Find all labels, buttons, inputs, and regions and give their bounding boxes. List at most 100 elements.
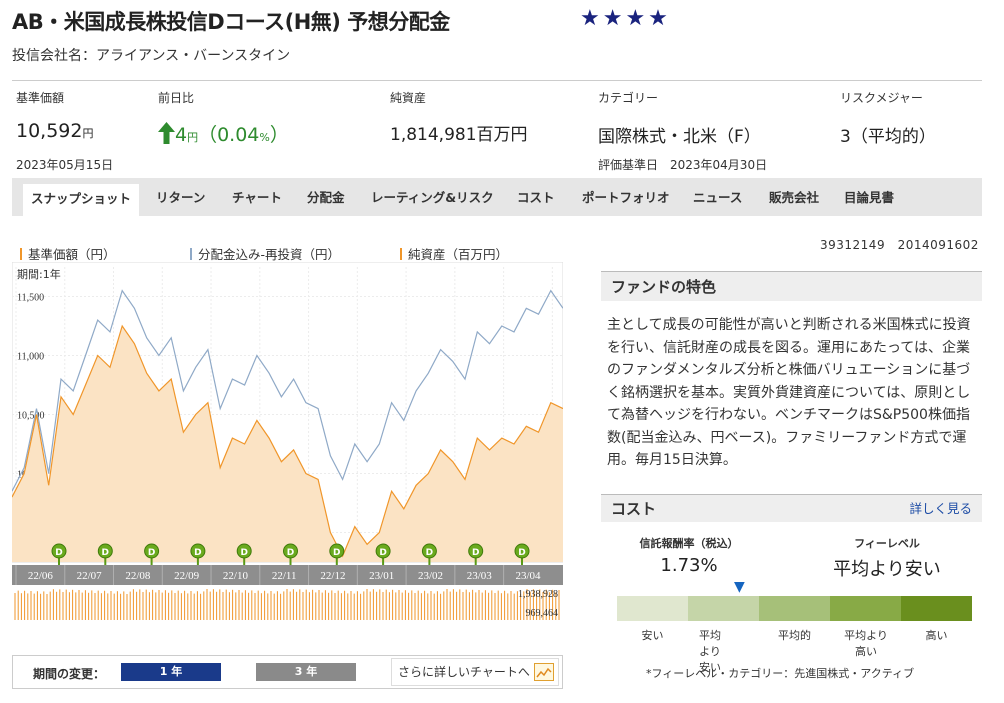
dividend-marker-label: D <box>333 548 340 558</box>
x-tick-label: 23/02 <box>418 570 443 582</box>
tab-bar: スナップショット リターン チャート 分配金 レーティング&リスク コスト ポー… <box>12 178 982 216</box>
dividend-marker-label: D <box>287 548 294 558</box>
level-bar-4 <box>830 596 901 621</box>
fee-level-note: *フィーレベル・カテゴリー：先進国株式・アクティブ <box>646 667 915 680</box>
level-label-3: 平均的 <box>778 629 811 642</box>
x-tick-label: 23/04 <box>515 570 541 582</box>
more-chart-label: さらに詳しいチャートへ <box>398 665 530 679</box>
risk-value: 3（平均的） <box>840 127 936 147</box>
dividend-marker-label: D <box>55 548 62 558</box>
level-label-1: 安い <box>641 629 664 642</box>
change-unit: 円 <box>187 131 199 144</box>
x-tick-label: 22/10 <box>223 570 249 582</box>
chart-period-label: 期間:1年 <box>17 267 61 281</box>
chart-icon <box>534 663 554 681</box>
nav-label: 基準価額 <box>16 91 65 105</box>
level-bar-3 <box>759 596 830 621</box>
up-arrow-icon <box>158 122 175 144</box>
legend-nav: 基準価額（円） <box>20 244 116 263</box>
tab-distribution[interactable]: 分配金 <box>307 178 345 216</box>
category-date: 評価基準日 2023年04月30日 <box>598 158 768 172</box>
legend-assets: 純資産（百万円） <box>400 244 508 263</box>
more-chart-link[interactable]: さらに詳しいチャートへ <box>391 658 559 686</box>
x-tick-label: 22/06 <box>28 570 54 582</box>
level-label-4: 平均より高い <box>844 629 888 658</box>
legend-nav-label: 基準価額（円） <box>28 247 116 262</box>
legend-reinvest: 分配金込み-再投資（円） <box>190 244 340 263</box>
page-title: AB・米国成長株投信Dコース(H無) 予想分配金 <box>12 10 450 34</box>
fee-value: 1.73% <box>660 555 718 576</box>
rating-stars: ★★★★ <box>580 6 671 31</box>
tab-rating-risk[interactable]: レーティング&リスク <box>371 178 494 216</box>
change-value: 4円（0.04%） <box>158 120 289 147</box>
nav-unit: 円 <box>82 127 94 140</box>
tab-news[interactable]: ニュース <box>693 178 742 216</box>
dividend-marker-label: D <box>472 548 479 558</box>
fund-company: 投信会社名：アライアンス・バーンスタイン <box>12 48 291 64</box>
level-pointer-icon: ▼ <box>734 579 745 595</box>
nav-number: 10,592 <box>16 120 83 142</box>
dividend-marker-label: D <box>148 548 155 558</box>
x-tick-label: 22/08 <box>125 570 151 582</box>
features-header: ファンドの特色 <box>601 271 982 301</box>
x-tick-label: 22/12 <box>320 570 345 582</box>
assets-value: 1,814,981百万円 <box>390 125 528 145</box>
fee-level-label: フィーレベル <box>854 537 920 550</box>
x-tick-label: 23/01 <box>369 570 394 582</box>
tab-chart[interactable]: チャート <box>232 178 282 216</box>
change-number: 4 <box>175 124 188 146</box>
fee-level-value: 平均より安い <box>833 559 941 580</box>
period-3y-button[interactable]: 3 年 <box>256 663 356 681</box>
tab-prospectus[interactable]: 目論見書 <box>844 178 894 216</box>
dividend-marker-label: D <box>240 548 247 558</box>
fee-label: 信託報酬率（税込） <box>639 537 739 550</box>
change-pct: （0.04 <box>198 124 260 146</box>
change-label: 前日比 <box>158 91 195 105</box>
period-selector: 期間の変更： 1 年 3 年 さらに詳しいチャートへ <box>12 655 563 689</box>
x-tick-label: 22/09 <box>174 570 200 582</box>
period-1y-button[interactable]: 1 年 <box>121 663 221 681</box>
cost-header: コスト 詳しく見る <box>601 494 982 522</box>
price-chart[interactable]: 11,50011,00010,50010,0009,500期間:1年DDDDDD… <box>12 262 563 620</box>
change-pct-close: ） <box>269 124 289 146</box>
tab-portfolio[interactable]: ポートフォリオ <box>582 178 670 216</box>
x-tick-label: 22/11 <box>272 570 297 582</box>
assets-label: 純資産 <box>390 91 427 105</box>
assets-mid-label: 969,464 <box>526 608 559 619</box>
nav-date: 2023年05月15日 <box>16 158 114 172</box>
period-label: 期間の変更： <box>33 667 106 681</box>
nav-value: 10,592円 <box>16 120 93 142</box>
fund-codes: 39312149 2014091602 <box>820 238 979 252</box>
features-text: 主として成長の可能性が高いと判断される米国株式に投資を行い、信託財産の成長を図る… <box>607 317 971 468</box>
category-label: カテゴリー <box>598 91 659 105</box>
dividend-marker-label: D <box>379 548 386 558</box>
level-label-5: 高い <box>925 629 948 642</box>
assets-max-label: 1,938,928 <box>518 589 558 600</box>
dividend-marker-label: D <box>102 548 109 558</box>
legend-assets-label: 純資産（百万円） <box>408 247 509 262</box>
dividend-marker-label: D <box>426 548 433 558</box>
dividend-marker-label: D <box>194 548 201 558</box>
tab-return[interactable]: リターン <box>156 178 205 216</box>
legend-swatch <box>400 248 402 260</box>
y-tick-label: 11,500 <box>17 293 44 304</box>
level-bar-5 <box>901 596 972 621</box>
cost-title: コスト <box>611 500 657 518</box>
cost-more-link[interactable]: 詳しく見る <box>909 495 972 523</box>
tab-distributors[interactable]: 販売会社 <box>769 178 819 216</box>
tab-snapshot[interactable]: スナップショット <box>23 184 140 216</box>
level-bar-1 <box>617 596 688 621</box>
level-bar-2 <box>688 596 759 621</box>
risk-label: リスクメジャー <box>840 91 923 105</box>
y-tick-label: 11,000 <box>17 352 44 363</box>
category-value: 国際株式・北米（F） <box>598 127 761 147</box>
change-pct-unit: % <box>259 131 270 144</box>
x-tick-label: 22/07 <box>77 570 103 582</box>
legend-swatch <box>190 248 192 260</box>
tab-cost[interactable]: コスト <box>517 178 555 216</box>
y-tick-label: 10,500 <box>17 411 45 422</box>
divider <box>12 80 982 81</box>
dividend-marker-label: D <box>518 548 525 558</box>
legend-swatch <box>20 248 22 260</box>
x-tick-label: 23/03 <box>467 570 493 582</box>
